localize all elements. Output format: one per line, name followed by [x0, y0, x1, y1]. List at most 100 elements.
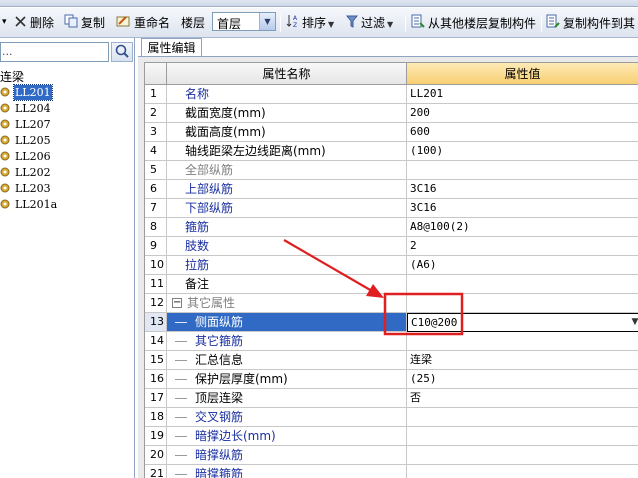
- property-name-cell[interactable]: 名称: [167, 85, 407, 104]
- property-value-cell[interactable]: 3C16: [407, 199, 638, 218]
- rename-button[interactable]: 重命名: [116, 14, 170, 32]
- property-name-cell[interactable]: 肢数: [167, 237, 407, 256]
- property-name: 交叉钢筋: [195, 410, 244, 424]
- property-row[interactable]: 15 汇总信息 连梁: [145, 351, 638, 370]
- property-name-cell[interactable]: 截面高度(mm): [167, 123, 407, 142]
- row-number: 20: [145, 446, 167, 465]
- property-name-cell[interactable]: 暗撑箍筋: [167, 465, 407, 478]
- row-number: 9: [145, 237, 167, 256]
- property-name-cell[interactable]: 拉筋: [167, 256, 407, 275]
- property-value-cell[interactable]: C10@200: [407, 313, 638, 332]
- property-value-cell[interactable]: 200: [407, 104, 638, 123]
- property-name: 汇总信息: [195, 353, 244, 367]
- property-row[interactable]: 13 侧面纵筋 C10@200: [145, 313, 638, 332]
- property-name-cell[interactable]: − 其它属性: [167, 294, 407, 313]
- property-value-cell[interactable]: 600: [407, 123, 638, 142]
- property-row[interactable]: 1 名称 LL201: [145, 85, 638, 104]
- copy-from-floor-icon: [411, 14, 425, 34]
- property-value-cell[interactable]: (25): [407, 370, 638, 389]
- tree-item[interactable]: LL201: [0, 84, 70, 101]
- property-name-cell[interactable]: 保护层厚度(mm): [167, 370, 407, 389]
- property-row[interactable]: 16 保护层厚度(mm) (25): [145, 370, 638, 389]
- property-row[interactable]: 21 暗撑箍筋: [145, 465, 638, 478]
- search-input[interactable]: ...: [0, 42, 109, 62]
- tree-item[interactable]: LL203: [0, 181, 70, 197]
- property-row[interactable]: 14 其它箍筋: [145, 332, 638, 351]
- property-name-cell[interactable]: 箍筋: [167, 218, 407, 237]
- property-value-cell[interactable]: 3C16: [407, 180, 638, 199]
- tree-item[interactable]: LL205: [0, 133, 70, 149]
- property-row[interactable]: 20 暗撑纵筋: [145, 446, 638, 465]
- tree-item[interactable]: LL202: [0, 165, 70, 181]
- dropdown-arrow-icon[interactable]: ▼: [629, 314, 638, 330]
- property-row[interactable]: 11 备注: [145, 275, 638, 294]
- copy-button[interactable]: 复制: [64, 14, 105, 32]
- filter-button[interactable]: 过滤 ▼: [345, 14, 393, 32]
- property-name: 轴线距梁左边线距离(mm): [185, 144, 326, 158]
- property-value-cell[interactable]: [407, 427, 638, 446]
- property-value-cell[interactable]: [407, 332, 638, 351]
- property-row[interactable]: 18 交叉钢筋: [145, 408, 638, 427]
- floor-select-value: 首层: [217, 17, 242, 31]
- search-button[interactable]: [111, 42, 133, 62]
- chevron-down-icon[interactable]: ▼: [259, 13, 275, 30]
- property-name-cell[interactable]: 全部纵筋: [167, 161, 407, 180]
- tree-item[interactable]: LL201a: [0, 197, 70, 213]
- property-row[interactable]: 5 全部纵筋: [145, 161, 638, 180]
- property-value-cell[interactable]: [407, 294, 638, 313]
- property-value-cell[interactable]: LL201: [407, 85, 638, 104]
- property-value-cell[interactable]: [407, 161, 638, 180]
- property-name-cell[interactable]: 交叉钢筋: [167, 408, 407, 427]
- property-name-cell[interactable]: 顶层连梁: [167, 389, 407, 408]
- delete-button[interactable]: 删除: [14, 14, 54, 32]
- property-value-cell[interactable]: 否: [407, 389, 638, 408]
- toolbar-overflow-arrow[interactable]: ▾: [2, 13, 7, 31]
- property-name-cell[interactable]: 暗撑纵筋: [167, 446, 407, 465]
- property-value-cell[interactable]: 2: [407, 237, 638, 256]
- property-name-cell[interactable]: 轴线距梁左边线距离(mm): [167, 142, 407, 161]
- property-name-cell[interactable]: 备注: [167, 275, 407, 294]
- tab-property-edit[interactable]: 属性编辑: [141, 38, 202, 57]
- tree-connector: [175, 379, 187, 380]
- floor-select[interactable]: 首层 ▼: [212, 12, 276, 31]
- property-row[interactable]: 10 拉筋 (A6): [145, 256, 638, 275]
- tree-item-label: LL206: [15, 150, 51, 163]
- property-row[interactable]: 4 轴线距梁左边线距离(mm) (100): [145, 142, 638, 161]
- tree-root-label[interactable]: 连梁: [0, 69, 24, 85]
- property-value-cell[interactable]: [407, 408, 638, 427]
- property-value-cell[interactable]: (A6): [407, 256, 638, 275]
- property-row[interactable]: 2 截面宽度(mm) 200: [145, 104, 638, 123]
- property-name-cell[interactable]: 上部纵筋: [167, 180, 407, 199]
- property-row[interactable]: 3 截面高度(mm) 600: [145, 123, 638, 142]
- copy-to-other-floor-button[interactable]: 复制构件到其: [546, 14, 635, 32]
- tree-connector: [175, 474, 187, 475]
- property-row[interactable]: 19 暗撑边长(mm): [145, 427, 638, 446]
- property-name-cell[interactable]: 汇总信息: [167, 351, 407, 370]
- sort-button[interactable]: AZ 排序 ▼: [286, 14, 334, 32]
- property-row[interactable]: 17 顶层连梁 否: [145, 389, 638, 408]
- property-name-cell[interactable]: 下部纵筋: [167, 199, 407, 218]
- property-name-cell[interactable]: 截面宽度(mm): [167, 104, 407, 123]
- property-name-cell[interactable]: 暗撑边长(mm): [167, 427, 407, 446]
- tree-item[interactable]: LL204: [0, 101, 70, 117]
- copy-from-floor-button[interactable]: 从其他楼层复制构件: [411, 14, 536, 32]
- property-value-cell[interactable]: (100): [407, 142, 638, 161]
- property-value-cell[interactable]: 连梁: [407, 351, 638, 370]
- row-number: 15: [145, 351, 167, 370]
- property-row[interactable]: 8 箍筋 A8@100(2): [145, 218, 638, 237]
- expand-collapse-icon[interactable]: −: [172, 298, 182, 308]
- gear-icon: [0, 135, 10, 145]
- tree-item[interactable]: LL206: [0, 149, 70, 165]
- property-value-cell[interactable]: [407, 446, 638, 465]
- tree-item[interactable]: LL207: [0, 117, 70, 133]
- property-name-cell[interactable]: 侧面纵筋: [167, 313, 407, 332]
- property-row[interactable]: 7 下部纵筋 3C16: [145, 199, 638, 218]
- property-name-cell[interactable]: 其它箍筋: [167, 332, 407, 351]
- property-row[interactable]: 9 肢数 2: [145, 237, 638, 256]
- property-row[interactable]: 6 上部纵筋 3C16: [145, 180, 638, 199]
- property-row[interactable]: 12− 其它属性: [145, 294, 638, 313]
- property-value-cell[interactable]: [407, 275, 638, 294]
- property-value-cell[interactable]: [407, 465, 638, 478]
- tree-item-label: LL205: [15, 134, 51, 147]
- property-value-cell[interactable]: A8@100(2): [407, 218, 638, 237]
